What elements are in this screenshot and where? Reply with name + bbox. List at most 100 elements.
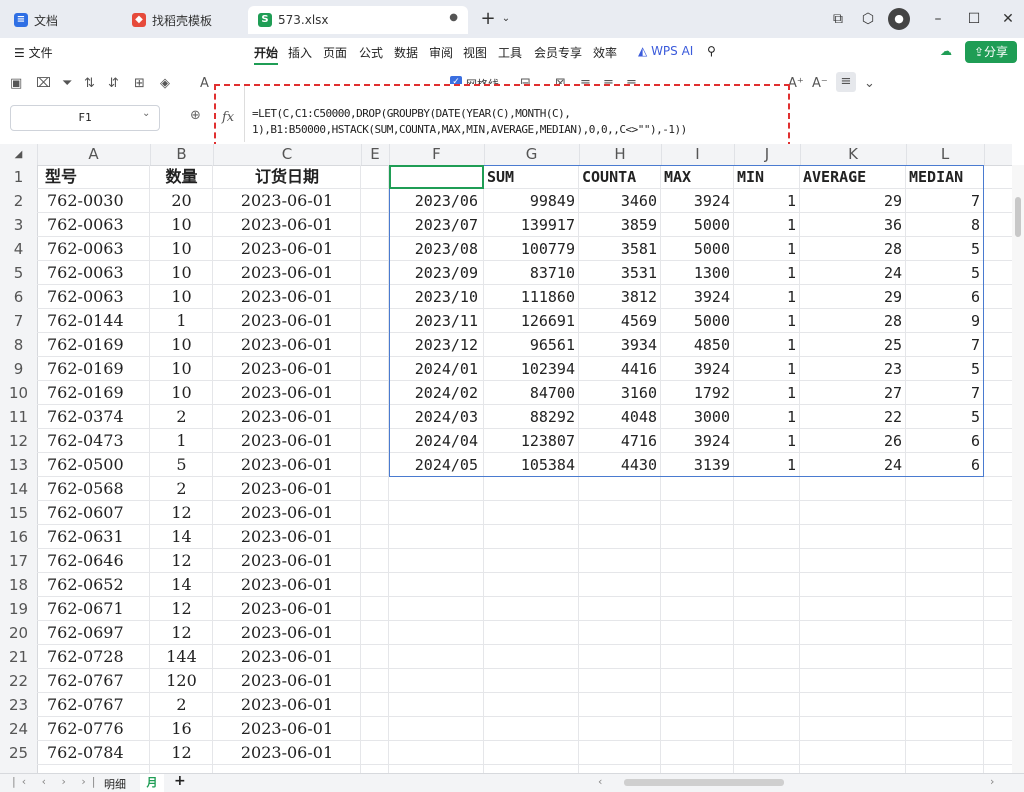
cell-stat-value[interactable]: 1	[734, 405, 796, 429]
add-sheet-button[interactable]: +	[174, 773, 186, 789]
cell-stat-value[interactable]: 7	[906, 333, 980, 357]
cell-stat-value[interactable]: 126691	[484, 309, 575, 333]
cell-month[interactable]: 2024/01	[389, 357, 478, 381]
cell-stat-value[interactable]: 102394	[484, 357, 575, 381]
cell-date[interactable]: 2023-06-01	[213, 549, 361, 573]
cell-stat-value[interactable]: 23	[800, 357, 902, 381]
cell-date[interactable]: 2023-06-01	[213, 381, 361, 405]
cell-qty[interactable]: 2	[150, 405, 213, 429]
cell-stat-value[interactable]: 22	[800, 405, 902, 429]
cell-stat-value[interactable]: 1300	[661, 261, 730, 285]
cell-stat-value[interactable]: 5000	[661, 309, 730, 333]
cell-stat-value[interactable]: 26	[800, 429, 902, 453]
cell-date[interactable]: 2023-06-01	[213, 309, 361, 333]
cell-stat-value[interactable]: 1	[734, 453, 796, 477]
cell-model[interactable]: 762-0784	[47, 741, 147, 765]
cell-stat-value[interactable]: 3160	[579, 381, 657, 405]
cell-stat-value[interactable]: 3924	[661, 189, 730, 213]
cell-stat-value[interactable]: 5	[906, 237, 980, 261]
cell-model[interactable]: 762-0631	[47, 525, 147, 549]
cell-stat-value[interactable]: 3812	[579, 285, 657, 309]
cell-model[interactable]: 762-0767	[47, 669, 147, 693]
cell-stat-value[interactable]: 28	[800, 237, 902, 261]
cell-stat-value[interactable]: 4569	[579, 309, 657, 333]
cell-qty[interactable]: 12	[150, 501, 213, 525]
cell-stat-value[interactable]: 29	[800, 189, 902, 213]
header-cell-stat[interactable]: COUNTA	[582, 165, 661, 189]
cell-model[interactable]: 762-0030	[47, 189, 147, 213]
cell-stat-value[interactable]: 7	[906, 189, 980, 213]
cell-month[interactable]: 2023/10	[389, 285, 478, 309]
vertical-scrollbar[interactable]	[1012, 165, 1024, 773]
cell-model[interactable]: 762-0063	[47, 285, 147, 309]
cell-stat-value[interactable]: 3934	[579, 333, 657, 357]
cell-stat-value[interactable]: 6	[906, 285, 980, 309]
cell-stat-value[interactable]: 6	[906, 429, 980, 453]
cell-stat-value[interactable]: 1	[734, 333, 796, 357]
cell-qty[interactable]: 1	[150, 429, 213, 453]
cell-stat-value[interactable]: 4416	[579, 357, 657, 381]
cell-model[interactable]: 762-0144	[47, 309, 147, 333]
cell-stat-value[interactable]: 88292	[484, 405, 575, 429]
row-header[interactable]: 22	[0, 669, 38, 693]
row-header[interactable]: 23	[0, 693, 38, 717]
cell-model[interactable]: 762-0169	[47, 357, 147, 381]
cell-date[interactable]: 2023-06-01	[213, 717, 361, 741]
cell-stat-value[interactable]: 5	[906, 405, 980, 429]
cell-month[interactable]: 2023/11	[389, 309, 478, 333]
cell-date[interactable]: 2023-06-01	[213, 333, 361, 357]
row-header[interactable]: 15	[0, 501, 38, 525]
cell-qty[interactable]: 10	[150, 333, 213, 357]
cell-stat-value[interactable]: 123807	[484, 429, 575, 453]
cell-stat-value[interactable]: 139917	[484, 213, 575, 237]
row-header[interactable]: 7	[0, 309, 38, 333]
cell-stat-value[interactable]: 27	[800, 381, 902, 405]
cell-model[interactable]: 762-0776	[47, 717, 147, 741]
row-header[interactable]: 6	[0, 285, 38, 309]
cell-model[interactable]: 762-0652	[47, 573, 147, 597]
cell-qty[interactable]: 2	[150, 477, 213, 501]
cell-stat-value[interactable]: 83710	[484, 261, 575, 285]
row-header[interactable]: 3	[0, 213, 38, 237]
cell-stat-value[interactable]: 3581	[579, 237, 657, 261]
scroll-right-icon[interactable]: ›	[990, 775, 994, 788]
cell-stat-value[interactable]: 1	[734, 213, 796, 237]
cell-stat-value[interactable]: 5000	[661, 213, 730, 237]
cell-date[interactable]: 2023-06-01	[213, 213, 361, 237]
cell-stat-value[interactable]: 1	[734, 357, 796, 381]
cell-date[interactable]: 2023-06-01	[213, 429, 361, 453]
cell-stat-value[interactable]: 100779	[484, 237, 575, 261]
cell-date[interactable]: 2023-06-01	[213, 597, 361, 621]
cell-model[interactable]: 762-0063	[47, 213, 147, 237]
cell-date[interactable]: 2023-06-01	[213, 573, 361, 597]
sheet-nav-icon[interactable]: |‹ ‹ › ›|	[12, 775, 102, 788]
cell-date[interactable]: 2023-06-01	[213, 237, 361, 261]
row-header[interactable]: 10	[0, 381, 38, 405]
cell-stat-value[interactable]: 5	[906, 261, 980, 285]
row-header[interactable]: 11	[0, 405, 38, 429]
cell-qty[interactable]: 12	[150, 741, 213, 765]
cell-model[interactable]: 762-0646	[47, 549, 147, 573]
cell-stat-value[interactable]: 29	[800, 285, 902, 309]
cell-stat-value[interactable]: 105384	[484, 453, 575, 477]
cell-model[interactable]: 762-0063	[47, 237, 147, 261]
header-cell-order-date[interactable]: 订货日期	[213, 165, 361, 189]
cell-month[interactable]: 2023/09	[389, 261, 478, 285]
row-header[interactable]: 18	[0, 573, 38, 597]
cell-stat-value[interactable]: 1792	[661, 381, 730, 405]
header-cell-stat[interactable]: MAX	[664, 165, 734, 189]
cell-date[interactable]: 2023-06-01	[213, 261, 361, 285]
row-header[interactable]: 9	[0, 357, 38, 381]
cell-stat-value[interactable]: 4716	[579, 429, 657, 453]
cell-month[interactable]: 2024/02	[389, 381, 478, 405]
header-cell-stat[interactable]: SUM	[487, 165, 579, 189]
cell-stat-value[interactable]: 1	[734, 309, 796, 333]
header-cell-qty[interactable]: 数量	[150, 165, 213, 189]
cell-stat-value[interactable]: 4048	[579, 405, 657, 429]
cell-date[interactable]: 2023-06-01	[213, 621, 361, 645]
cell-date[interactable]: 2023-06-01	[213, 285, 361, 309]
cell-model[interactable]: 762-0728	[47, 645, 147, 669]
cell-model[interactable]: 762-0169	[47, 381, 147, 405]
header-cell-model[interactable]: 型号	[45, 165, 145, 189]
cell-qty[interactable]: 10	[150, 237, 213, 261]
